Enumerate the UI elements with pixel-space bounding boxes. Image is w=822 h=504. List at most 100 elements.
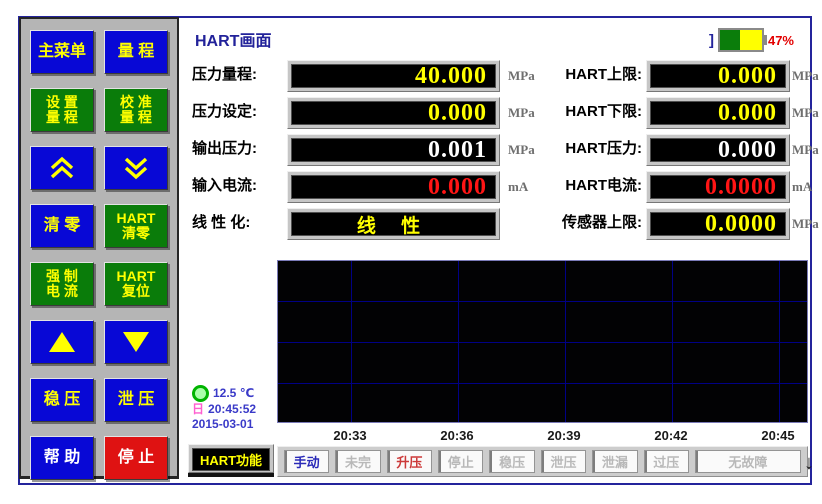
clock-block: 12.5 ℃ 日 20:45:52 2015-03-01 (192, 385, 256, 432)
hart-current-unit: mA (792, 171, 812, 203)
status-bar: 手动未完升压停止稳压泄压泄漏过压无故障 (277, 446, 808, 477)
hold-pressure-button[interactable]: 稳 压 (30, 378, 94, 422)
output-pressure-display: 0.001 (287, 134, 500, 166)
battery-indicator: ] 47% (709, 28, 794, 52)
temperature-status-icon (192, 385, 209, 402)
cursor-down-arrow: ↓ (804, 452, 814, 475)
time-value: 20:45:52 (208, 402, 256, 417)
hart-current-label: HART电流: (523, 171, 642, 201)
chart-x-tick: 20:33 (320, 428, 380, 443)
sensor-upper-limit-label: 传感器上限: (523, 208, 642, 238)
stop-button-label: 停 止 (118, 450, 154, 467)
status-stabilize: 稳压 (489, 450, 534, 473)
force-current-button-label: 电 流 (46, 284, 78, 299)
help-button-label: 帮 助 (44, 450, 80, 467)
hart-pressure-label: HART压力: (523, 134, 642, 164)
hart-upper-limit-value: 0.000 (650, 64, 786, 88)
hart-zero-button[interactable]: HART清零 (104, 204, 168, 248)
chart-gridline-horizontal (278, 342, 807, 343)
pressure-range-label: 压力量程: (192, 60, 286, 90)
hart-pressure-display: 0.000 (646, 134, 790, 166)
hart-pressure-unit: MPa (792, 134, 819, 166)
input-current-display: 0.000 (287, 171, 500, 203)
hart-lower-limit-unit: MPa (792, 97, 819, 129)
hart-zero-button-label: HART (117, 211, 156, 226)
main-menu-button[interactable]: 主菜单 (30, 30, 94, 74)
set-range-button-label: 量 程 (46, 110, 78, 125)
chart-gridline-horizontal (278, 301, 807, 302)
hart-function-label: HART功能 (192, 448, 270, 471)
trend-chart (277, 260, 808, 423)
calendar-icon: 日 (192, 402, 204, 417)
date-value: 2015-03-01 (192, 417, 253, 432)
page-title: HART画面 (195, 27, 271, 51)
page-down-button[interactable] (104, 146, 168, 190)
hold-pressure-button-label: 稳 压 (44, 392, 80, 409)
hart-pressure-value: 0.000 (650, 138, 786, 162)
decrease-button[interactable] (104, 320, 168, 364)
vent-pressure-button-label: 泄 压 (118, 392, 154, 409)
page-up-button[interactable] (30, 146, 94, 190)
linearization-label: 线 性 化: (192, 208, 286, 238)
hart-lower-limit-label: HART下限: (523, 97, 642, 127)
temperature-value: 12.5 ℃ (213, 386, 254, 401)
range-button[interactable]: 量 程 (104, 30, 168, 74)
hart-current-display: 0.0000 (646, 171, 790, 203)
sidebar-button-grid: 主菜单量 程设 置量 程校 准量 程清 零HART清零强 制电 流HART复位稳… (21, 19, 177, 491)
set-range-button[interactable]: 设 置量 程 (30, 88, 94, 132)
hart-function-button[interactable]: HART功能 (188, 444, 274, 473)
vent-pressure-button[interactable]: 泄 压 (104, 378, 168, 422)
chart-gridline-horizontal (278, 383, 807, 384)
chevron-down-icon (121, 154, 151, 182)
hart-current-value: 0.0000 (650, 175, 786, 199)
pressure-setpoint-label: 压力设定: (192, 97, 286, 127)
hart-reset-button[interactable]: HART复位 (104, 262, 168, 306)
battery-bracket: ] (709, 32, 714, 49)
zero-button-label: 清 零 (44, 218, 80, 235)
chart-x-tick: 20:45 (748, 428, 808, 443)
battery-fill (720, 30, 740, 50)
zero-button[interactable]: 清 零 (30, 204, 94, 248)
status-overpressure: 过压 (644, 450, 689, 473)
chart-x-tick: 20:42 (641, 428, 701, 443)
hart-upper-limit-display: 0.000 (646, 60, 790, 92)
linearization-value: 线 性 (291, 212, 496, 236)
input-current-label: 输入电流: (192, 171, 286, 201)
output-pressure-value: 0.001 (291, 138, 496, 162)
status-pressurize: 升压 (387, 450, 432, 473)
temperature-row: 12.5 ℃ (192, 385, 256, 402)
hart-upper-limit-label: HART上限: (523, 60, 642, 90)
range-button-label: 量 程 (118, 44, 154, 61)
sensor-upper-limit-display: 0.0000 (646, 208, 790, 240)
date-row: 2015-03-01 (192, 417, 256, 432)
main-menu-button-label: 主菜单 (38, 44, 86, 61)
stop-button[interactable]: 停 止 (104, 436, 168, 480)
sidebar: 主菜单量 程设 置量 程校 准量 程清 零HART清零强 制电 流HART复位稳… (19, 17, 179, 479)
set-range-button-label: 设 置 (46, 95, 78, 110)
chart-x-tick: 20:36 (427, 428, 487, 443)
status-no-fault: 无故障 (695, 450, 801, 473)
status-vent: 泄压 (541, 450, 586, 473)
cal-range-button-label: 量 程 (120, 110, 152, 125)
hart-reset-button-label: 复位 (122, 284, 150, 299)
status-unfinished: 未完 (335, 450, 380, 473)
increase-button[interactable] (30, 320, 94, 364)
pressure-setpoint-display: 0.000 (287, 97, 500, 129)
output-pressure-label: 输出压力: (192, 134, 286, 164)
hart-upper-limit-unit: MPa (792, 60, 819, 92)
battery-percent: 47% (768, 33, 794, 48)
pressure-range-display: 40.000 (287, 60, 500, 92)
hart-lower-limit-display: 0.000 (646, 97, 790, 129)
force-current-button-label: 强 制 (46, 269, 78, 284)
sensor-upper-limit-unit: MPa (792, 208, 819, 240)
status-manual: 手动 (284, 450, 329, 473)
hart-zero-button-label: 清零 (122, 226, 150, 241)
linearization-display: 线 性 (287, 208, 500, 240)
help-button[interactable]: 帮 助 (30, 436, 94, 480)
pressure-range-value: 40.000 (291, 64, 496, 88)
chevron-up-icon (47, 154, 77, 182)
status-stopped: 停止 (438, 450, 483, 473)
force-current-button[interactable]: 强 制电 流 (30, 262, 94, 306)
pressure-setpoint-value: 0.000 (291, 101, 496, 125)
cal-range-button[interactable]: 校 准量 程 (104, 88, 168, 132)
